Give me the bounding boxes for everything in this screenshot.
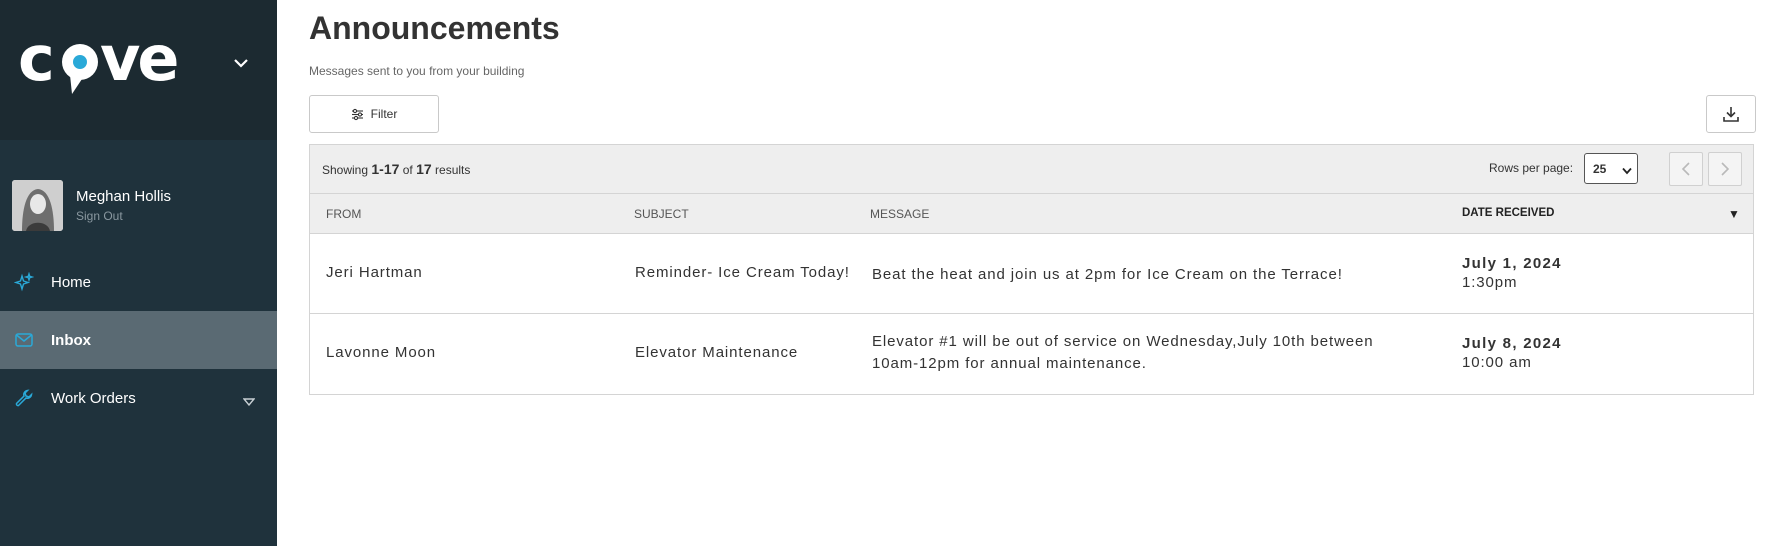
cell-subject: Elevator Maintenance <box>635 344 799 361</box>
sidebar-item-work-orders[interactable]: Work Orders <box>0 369 277 427</box>
next-page-button[interactable] <box>1708 152 1742 186</box>
rows-per-page-select[interactable]: 25 <box>1584 153 1638 184</box>
cell-date: July 1, 2024 1:30pm <box>1462 254 1562 292</box>
chevron-down-icon <box>1622 164 1632 178</box>
cell-date: July 8, 2024 10:00 am <box>1462 334 1562 372</box>
sparkle-icon <box>14 272 34 292</box>
date-received: July 8, 2024 <box>1462 335 1562 352</box>
rows-per-page-label: Rows per page: <box>1489 161 1574 175</box>
sidebar-item-label: Work Orders <box>51 389 136 407</box>
cell-message: Elevator #1 will be out of service on We… <box>872 333 1374 372</box>
cell-message: Beat the heat and join us at 2pm for Ice… <box>872 266 1343 283</box>
main-content: Announcements Messages sent to you from … <box>277 0 1772 546</box>
table-toolbar: Showing 1-17 of 17 results Rows per page… <box>310 145 1753 194</box>
date-received: July 1, 2024 <box>1462 255 1562 272</box>
avatar[interactable] <box>12 180 63 231</box>
sidebar-item-label: Home <box>51 273 92 291</box>
envelope-icon <box>14 330 34 350</box>
results-summary: Showing 1-17 of 17 results <box>322 161 471 177</box>
chevron-down-icon[interactable] <box>233 55 249 73</box>
cell-subject: Reminder- Ice Cream Today! <box>635 264 850 281</box>
previous-page-button[interactable] <box>1669 152 1703 186</box>
cell-from: Jeri Hartman <box>326 264 423 281</box>
chevron-right-icon <box>1721 162 1730 176</box>
announcements-table: Showing 1-17 of 17 results Rows per page… <box>309 144 1754 395</box>
column-header-from[interactable]: FROM <box>326 207 361 221</box>
column-header-date-received[interactable]: DATE RECEIVED <box>1462 207 1554 219</box>
download-icon <box>1723 107 1739 122</box>
filter-label: Filter <box>370 107 398 121</box>
cell-from: Lavonne Moon <box>326 344 437 361</box>
download-button[interactable] <box>1706 95 1756 133</box>
svg-text:c: c <box>18 30 52 95</box>
logo-area: c ve <box>0 0 277 140</box>
wrench-icon <box>14 388 34 408</box>
table-row[interactable]: Jeri Hartman Reminder- Ice Cream Today! … <box>310 234 1753 314</box>
filter-button[interactable]: Filter <box>309 95 439 133</box>
user-profile: Meghan Hollis Sign Out <box>12 180 171 231</box>
sort-descending-icon[interactable]: ▼ <box>1728 207 1740 221</box>
sidebar: c ve Meghan Hollis Sign Out Home Inbox W… <box>0 0 277 546</box>
sidebar-item-label: Inbox <box>51 331 91 349</box>
page-title: Announcements <box>309 10 560 46</box>
time-received: 1:30pm <box>1462 274 1518 291</box>
column-header-subject[interactable]: SUBJECT <box>634 207 689 221</box>
table-header: FROM SUBJECT MESSAGE DATE RECEIVED ▼ <box>310 194 1753 234</box>
sidebar-item-home[interactable]: Home <box>0 253 277 311</box>
svg-text:ve: ve <box>100 30 177 95</box>
user-name: Meghan Hollis <box>76 187 172 205</box>
column-header-message[interactable]: MESSAGE <box>870 207 929 221</box>
sidebar-item-inbox[interactable]: Inbox <box>0 311 277 369</box>
time-received: 10:00 am <box>1462 354 1532 371</box>
table-row[interactable]: Lavonne Moon Elevator Maintenance Elevat… <box>310 314 1753 394</box>
page-subtitle: Messages sent to you from your building <box>309 64 525 78</box>
signout-link[interactable]: Sign Out <box>76 208 171 224</box>
chevron-down-icon[interactable] <box>242 393 256 411</box>
cove-logo[interactable]: c ve <box>18 22 183 107</box>
chevron-left-icon <box>1681 162 1690 176</box>
sliders-icon <box>351 108 363 120</box>
